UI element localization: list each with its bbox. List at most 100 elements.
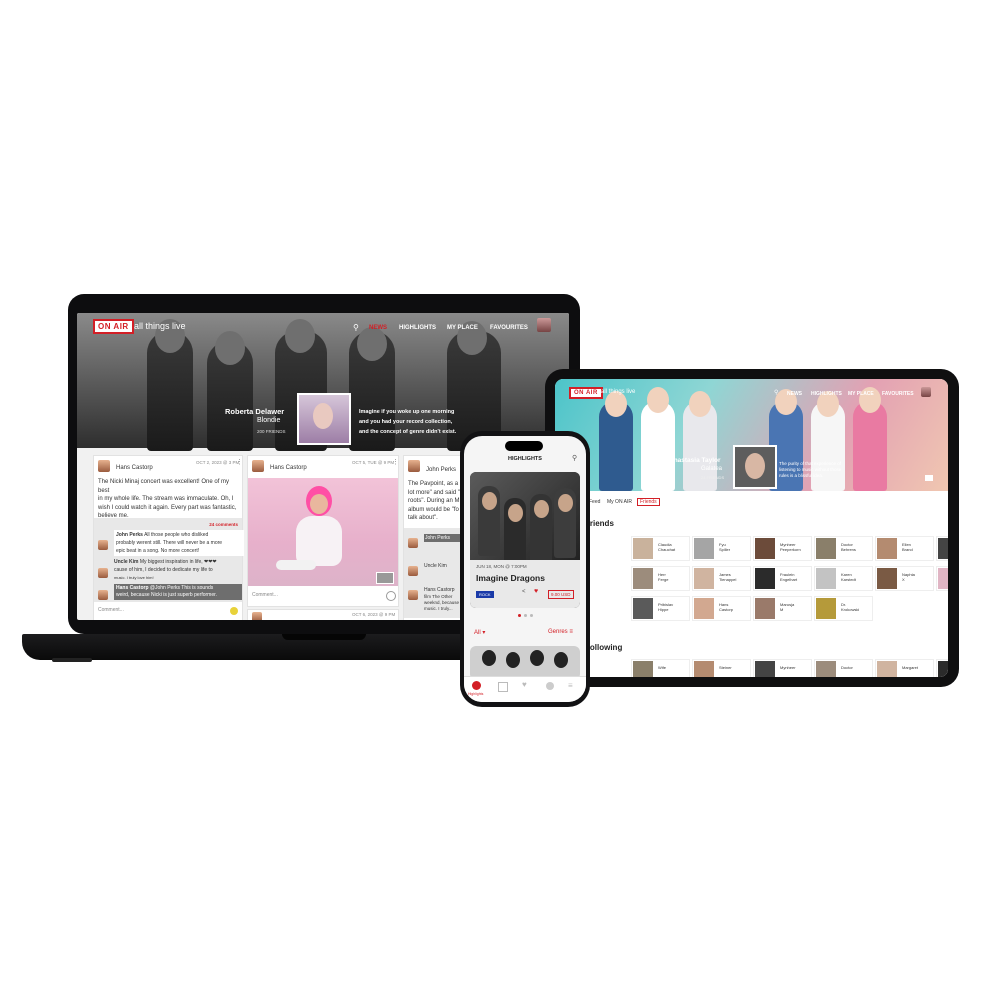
friend-card[interactable]: Marusja M	[753, 596, 812, 621]
comment-author[interactable]: John Perks	[424, 534, 464, 542]
friend-name: Herr Ferge	[658, 572, 668, 582]
comment-author[interactable]: Uncle Kim	[424, 562, 447, 571]
post-author-avatar[interactable]	[252, 460, 264, 472]
search-icon[interactable]: ⚲	[572, 454, 577, 462]
search-icon[interactable]: ⚲	[774, 389, 778, 396]
event-card[interactable]: JUN 18, MON @ 7:00PM Imagine Dragons ROC…	[470, 472, 580, 608]
tab-highlights[interactable]: Highlights	[468, 692, 483, 696]
following-card[interactable]: Henrik	[936, 659, 948, 677]
nav-favourites[interactable]: FAVOURITES	[490, 325, 528, 331]
price-button[interactable]: 9.00 USD	[548, 590, 574, 599]
friend-card[interactable]: Mynheer Peeperkorn	[753, 536, 812, 561]
more-options-icon[interactable]: ⋮	[392, 458, 399, 466]
friend-card[interactable]: Hans Castorp	[692, 596, 751, 621]
share-icon[interactable]: <	[522, 589, 526, 595]
nav-highlights[interactable]: HIGHLIGHTS	[811, 391, 842, 397]
band-member-head	[215, 331, 245, 365]
post-author-avatar[interactable]	[252, 612, 262, 620]
news-tab-icon[interactable]	[498, 682, 508, 692]
comment-author[interactable]: Hans Castorp	[116, 585, 149, 591]
comment-bubble-own: Hans Castorp @John Perks This is sounds …	[114, 584, 242, 600]
post-author-avatar[interactable]	[408, 460, 420, 472]
post-author-avatar[interactable]	[98, 460, 110, 472]
tab-bar: Highlights ♥ ≡	[464, 676, 586, 702]
following-name: Doctor	[841, 665, 853, 670]
filter-all[interactable]: All ▾	[474, 629, 485, 636]
nav-my-place[interactable]: MY PLACE	[848, 391, 874, 397]
carousel-dot[interactable]	[524, 614, 527, 617]
emoji-icon[interactable]	[386, 591, 396, 601]
friend-last-name: X	[902, 577, 905, 582]
friend-last-name: Castorp	[719, 607, 734, 612]
more-tab-icon[interactable]: ≡	[568, 681, 573, 690]
more-options-icon[interactable]: ⋮	[236, 458, 243, 466]
friend-avatar	[877, 568, 897, 589]
nav-my-place[interactable]: MY PLACE	[447, 325, 478, 331]
emoji-icon[interactable]	[230, 607, 238, 615]
carousel-dot[interactable]	[530, 614, 533, 617]
event-date: JUN 18, MON @ 7:00PM	[476, 564, 527, 569]
friend-avatar	[877, 538, 897, 559]
comments-count[interactable]: 24 comments	[209, 522, 238, 527]
post-author-name[interactable]: John Perks	[426, 466, 456, 475]
search-icon[interactable]: ⚲	[353, 323, 359, 332]
heart-icon[interactable]: ♥	[534, 588, 538, 595]
comment-author[interactable]: Uncle Kim	[114, 559, 138, 565]
friend-card[interactable]: James Tienappel	[692, 566, 751, 591]
friend-card[interactable]: Naphta X	[875, 566, 934, 591]
friend-card[interactable]: Claudia Chauchat	[631, 536, 690, 561]
carousel-dot-active[interactable]	[518, 614, 521, 617]
chevron-down-icon: ▾	[482, 630, 486, 636]
tab-friends[interactable]: Friends	[637, 498, 660, 506]
user-avatar[interactable]	[921, 387, 931, 397]
comment-input[interactable]: Comment...	[252, 592, 278, 598]
nav-favourites[interactable]: FAVOURITES	[882, 391, 914, 397]
gallery-icon[interactable]	[376, 572, 394, 584]
following-card[interactable]: Doctor	[814, 659, 873, 677]
post-text: The Nicki Minaj concert was excellent! O…	[98, 478, 242, 521]
following-card[interactable]: Margaret	[875, 659, 934, 677]
following-card[interactable]: Wife	[631, 659, 690, 677]
highlights-tab-icon[interactable]	[472, 681, 481, 690]
band-member-head	[285, 319, 315, 353]
nav-news[interactable]: NEWS	[787, 391, 802, 397]
friend-card[interactable]: Doctor Behrens	[814, 536, 873, 561]
onair-logo[interactable]: ON AIR	[93, 319, 134, 334]
post-text-line: The Nicki Minaj concert was excellent! O…	[98, 479, 230, 494]
friend-avatar	[694, 598, 714, 619]
friend-card[interactable]: Dr. Krokowski	[814, 596, 873, 621]
comment-input[interactable]: Comment...	[98, 607, 124, 613]
post-author-name[interactable]: Hans Castorp	[270, 464, 307, 473]
post-text-line: lot more" and said "I	[408, 489, 462, 496]
friend-card[interactable]: Herr Ferge	[631, 566, 690, 591]
following-card[interactable]: Mynheer	[753, 659, 812, 677]
profile-tab-icon[interactable]	[546, 682, 554, 690]
nav-news[interactable]: NEWS	[369, 325, 387, 331]
event-card[interactable]	[470, 646, 580, 680]
nav-highlights[interactable]: HIGHLIGHTS	[399, 325, 436, 331]
friend-card[interactable]: HermineKleefeld	[936, 566, 948, 591]
tab-my-onair[interactable]: My ON AIR	[607, 499, 632, 505]
post-image[interactable]	[248, 478, 398, 586]
friend-name: Claudia Chauchat	[658, 542, 675, 552]
hero-quote-line: Imagine if you woke up one morning	[359, 409, 455, 415]
user-avatar[interactable]	[537, 318, 551, 332]
filter-genres[interactable]: Genres ≡	[548, 629, 573, 635]
group-member	[853, 401, 887, 491]
favourites-tab-icon[interactable]: ♥	[522, 680, 527, 689]
friend-card[interactable]: Fraulein Engelhart	[753, 566, 812, 591]
friend-avatar	[755, 568, 775, 589]
comment-author[interactable]: John Perks	[116, 532, 143, 538]
laptop-notch	[282, 634, 366, 640]
gallery-icon[interactable]	[925, 475, 933, 481]
post-author-name[interactable]: Hans Castorp	[116, 464, 153, 473]
friend-card[interactable]: HerrAlbin	[936, 536, 948, 561]
friend-card[interactable]: Karen Karstedt	[814, 566, 873, 591]
onair-logo[interactable]: ON AIR	[569, 387, 603, 399]
band-member-head	[558, 494, 573, 512]
friend-card[interactable]: Ellen Brand	[875, 536, 934, 561]
friend-card[interactable]: Fyu Spiller	[692, 536, 751, 561]
friend-card[interactable]: Pribislav Hippe	[631, 596, 690, 621]
following-card[interactable]: Steiner	[692, 659, 751, 677]
tab-feed[interactable]: Feed	[589, 499, 600, 505]
